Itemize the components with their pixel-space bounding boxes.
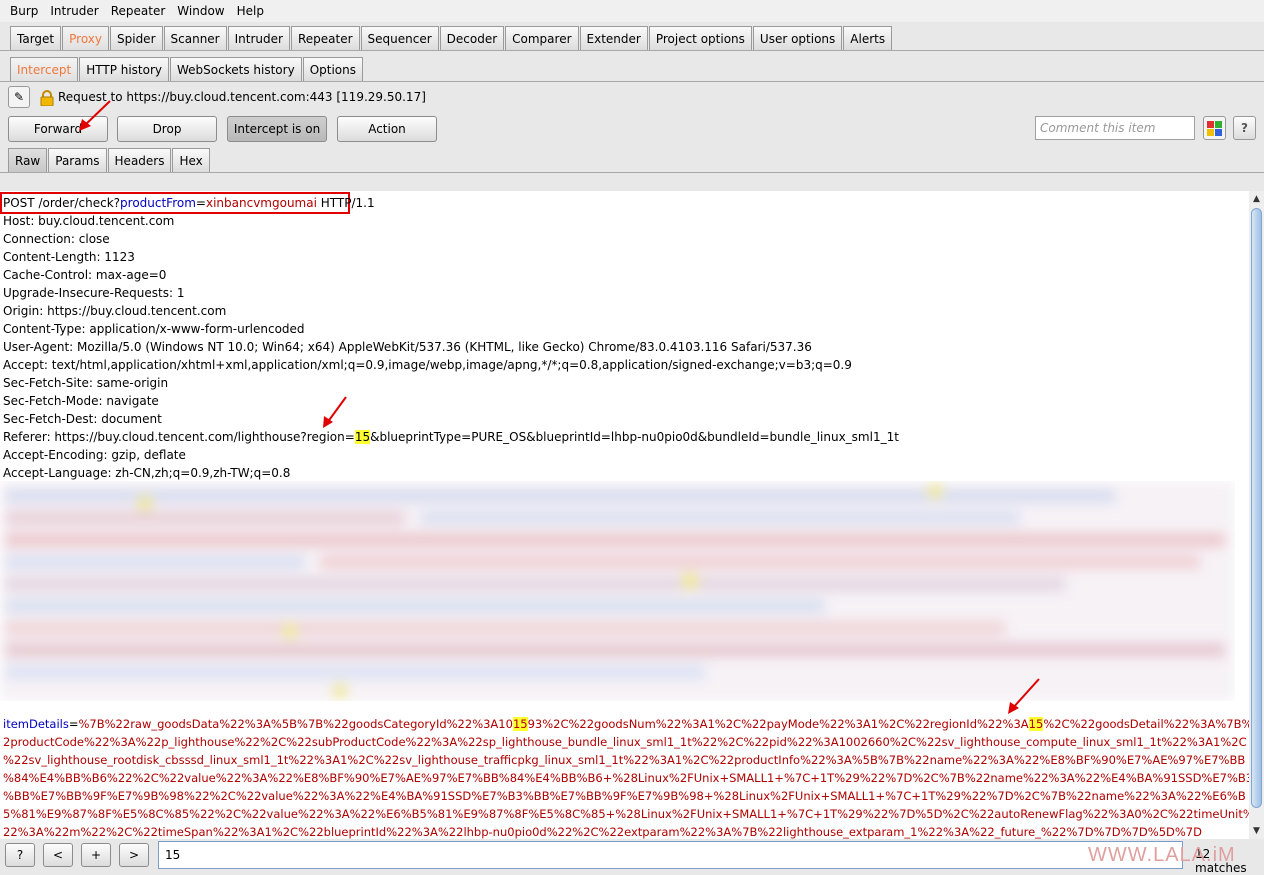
drop-button[interactable]: Drop [117,116,217,142]
header-cache-control: Cache-Control: max-age=0 [3,268,167,282]
previous-match-button[interactable]: < [43,843,73,867]
tab-spider[interactable]: Spider [110,26,163,50]
body-equals: = [68,717,79,731]
query-equals: = [195,196,206,210]
redacted-blurred-region [0,481,1235,701]
tab-options[interactable]: Options [302,57,363,81]
search-help-button[interactable]: ? [5,843,35,867]
scroll-down-icon[interactable]: ▼ [1249,823,1264,839]
tab-params[interactable]: Params [48,148,107,172]
referer-prefix: Referer: https://buy.cloud.tencent.com/l… [3,430,355,444]
search-options-button[interactable]: + [81,843,111,867]
tab-proxy[interactable]: Proxy [62,26,109,50]
action-button[interactable]: Action [337,116,437,142]
menu-intruder[interactable]: Intruder [44,4,104,18]
tab-scanner[interactable]: Scanner [163,26,227,50]
header-sec-fetch-dest: Sec-Fetch-Dest: document [3,412,162,426]
highlight-color-icon[interactable] [1203,116,1226,140]
menu-burp[interactable]: Burp [4,4,44,18]
tab-intruder[interactable]: Intruder [227,26,290,50]
body-line-2: 2productCode%22%3A%22p_lighthouse%22%2C%… [3,735,1247,749]
header-connection: Connection: close [3,232,110,246]
tab-sequencer[interactable]: Sequencer [360,26,439,50]
tab-target[interactable]: Target [10,26,62,50]
query-param-name: productFrom [120,196,196,210]
request-info-bar: ✎ Request to https://buy.cloud.tencent.c… [0,82,1264,112]
body-line-4: %84%E4%BB%B6%22%2C%22value%22%3A%22%E8%B… [3,771,1249,785]
tab-repeater[interactable]: Repeater [290,26,360,50]
annotation-arrow-icon [79,100,111,131]
body-param-name: itemDetails [3,717,69,731]
header-content-type: Content-Type: application/x-www-form-url… [3,322,305,336]
header-accept-encoding: Accept-Encoding: gzip, deflate [3,448,186,462]
body-segment-b: 93%2C%22goodsNum%22%3A1%2C%22payMode%22%… [527,717,1029,731]
tab-project-options[interactable]: Project options [648,26,752,50]
watermark: WWW.LALA.iM [1088,844,1236,866]
referer-suffix: &blueprintType=PURE_OS&blueprintId=lhbp-… [370,430,899,444]
header-accept: Accept: text/html,application/xhtml+xml,… [3,358,852,372]
tab-headers[interactable]: Headers [107,148,172,172]
editor-scrollbar[interactable]: ▲ ▼ [1249,191,1264,839]
search-match-highlight: 15 [354,430,371,444]
header-sec-fetch-site: Sec-Fetch-Site: same-origin [3,376,169,390]
tab-hex[interactable]: Hex [172,148,210,172]
body-line-1: itemDetails=%7B%22raw_goodsData%22%3A%5B… [3,715,1249,733]
search-bar: ? < + > 15 12 matches [0,839,1264,875]
request-method-path: POST /order/check? [3,196,121,210]
body-line-5: %BB%E7%BB%9F%E7%9B%98%22%2C%22value%22%3… [3,789,1246,803]
tab-extender[interactable]: Extender [579,26,648,50]
annotation-arrow-icon [1008,678,1040,714]
header-host: Host: buy.cloud.tencent.com [3,214,175,228]
header-content-length: Content-Length: 1123 [3,250,135,264]
lock-icon [40,90,54,107]
menu-bar: Burp Intruder Repeater Window Help [0,0,1264,22]
menu-repeater[interactable]: Repeater [105,4,172,18]
query-param-value: xinbancvmgoumai [205,196,317,210]
header-accept-language: Accept-Language: zh-CN,zh;q=0.9,zh-TW;q=… [3,466,291,480]
request-line: POST /order/check?productFrom=xinbancvmg… [3,194,375,212]
intercept-toggle-button[interactable]: Intercept is on [227,116,327,142]
body-line-3: %22sv_lighthouse_rootdisk_cbsssd_linux_s… [3,753,1246,767]
search-input[interactable]: 15 [158,841,1183,869]
proxy-sub-tabs: Intercept HTTP history WebSockets histor… [0,51,1264,82]
tab-comparer[interactable]: Comparer [505,26,579,50]
menu-help[interactable]: Help [231,4,270,18]
header-origin: Origin: https://buy.cloud.tencent.com [3,304,227,318]
message-view-tabs: Raw Params Headers Hex [0,148,1264,173]
main-tabs: Target Proxy Spider Scanner Intruder Rep… [0,22,1264,51]
body-segment-a: %7B%22raw_goodsData%22%3A%5B%7B%22goodsC… [78,717,513,731]
header-referer: Referer: https://buy.cloud.tencent.com/l… [3,428,899,446]
next-match-button[interactable]: > [119,843,149,867]
scroll-up-icon[interactable]: ▲ [1249,191,1264,207]
comment-input[interactable]: Comment this item [1035,116,1195,140]
request-protocol: HTTP/1.1 [316,196,375,210]
body-line-6: 5%81%E9%87%8F%E5%8C%85%22%2C%22value%22%… [3,807,1249,821]
scrollbar-thumb[interactable] [1251,208,1262,808]
tab-intercept[interactable]: Intercept [10,57,79,81]
annotation-arrow-icon [323,396,347,428]
tab-http-history[interactable]: HTTP history [79,57,170,81]
intercept-toolbar: Forward Drop Intercept is on Action Comm… [0,112,1264,148]
header-sec-fetch-mode: Sec-Fetch-Mode: navigate [3,394,159,408]
help-button[interactable]: ? [1233,116,1256,140]
raw-request-editor[interactable]: POST /order/check?productFrom=xinbancvmg… [0,191,1249,839]
tab-user-options[interactable]: User options [752,26,843,50]
edit-icon[interactable]: ✎ [8,86,30,108]
tab-raw[interactable]: Raw [8,148,48,172]
header-user-agent: User-Agent: Mozilla/5.0 (Windows NT 10.0… [3,340,812,354]
body-segment-c: %2C%22goodsDetail%22%3A%7B%2 [1043,717,1249,731]
header-upgrade-insecure: Upgrade-Insecure-Requests: 1 [3,286,185,300]
body-line-7: 22%3A%22m%22%2C%22timeSpan%22%3A1%2C%22b… [3,825,1202,839]
search-match-highlight: 15 [1028,717,1044,731]
tab-decoder[interactable]: Decoder [439,26,505,50]
tab-websockets-history[interactable]: WebSockets history [170,57,302,81]
search-match-highlight: 15 [512,717,528,731]
menu-window[interactable]: Window [171,4,230,18]
tab-alerts[interactable]: Alerts [843,26,893,50]
